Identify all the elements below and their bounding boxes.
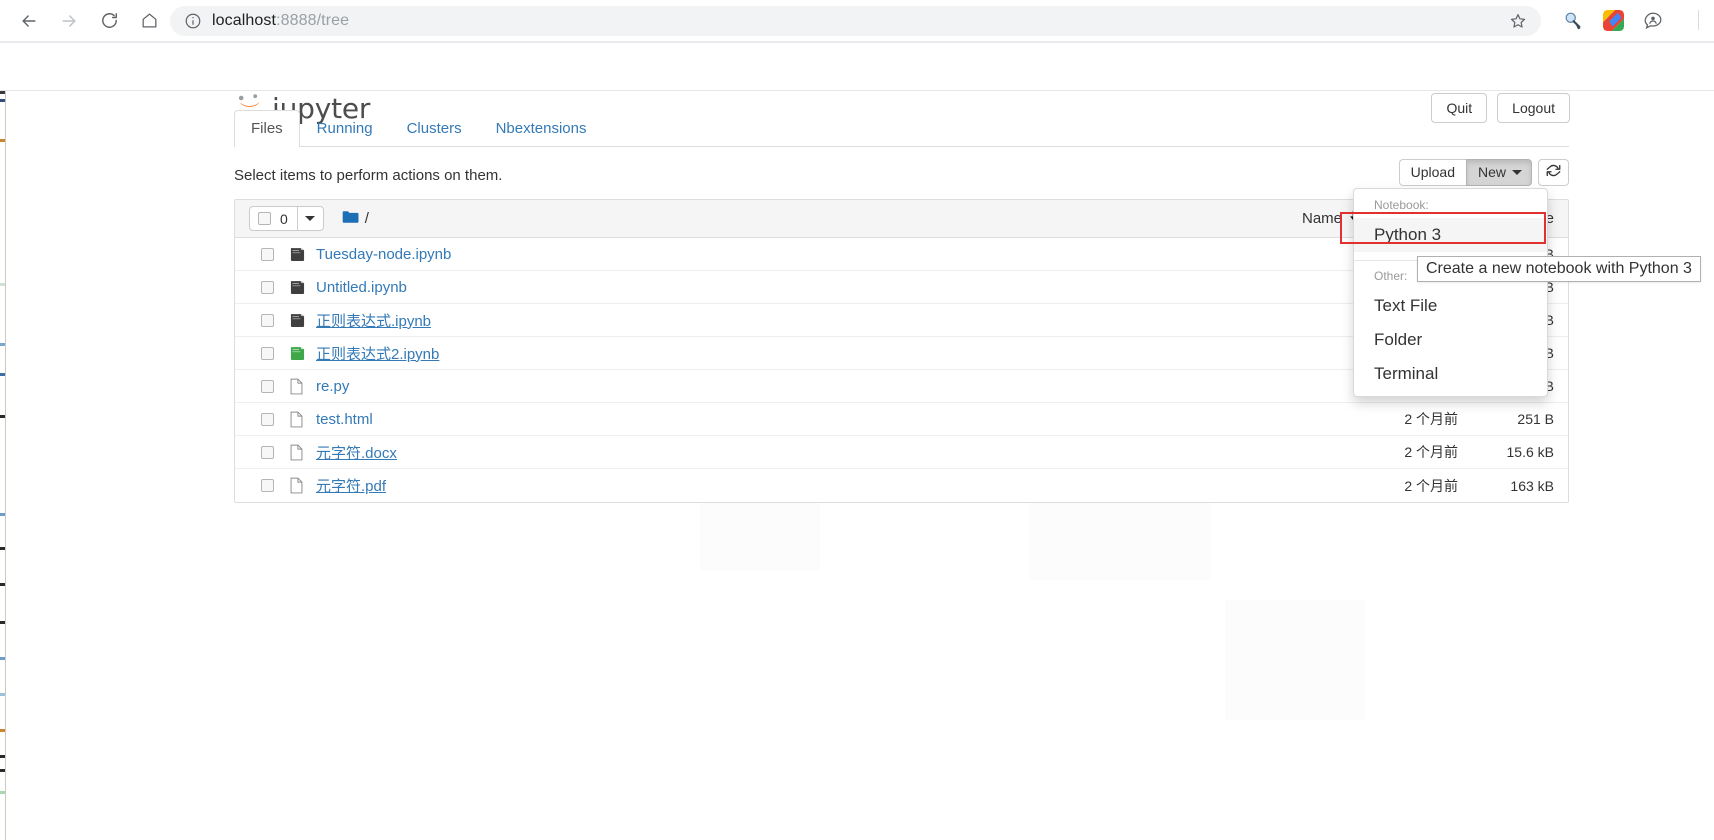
home-icon[interactable] — [132, 4, 166, 38]
left-edge-divider — [5, 43, 6, 840]
back-arrow-icon[interactable] — [12, 4, 46, 38]
file-link[interactable]: Untitled.ipynb — [316, 279, 407, 296]
reload-icon[interactable] — [92, 4, 126, 38]
row-checkbox[interactable] — [261, 445, 274, 459]
select-all-dropdown-button[interactable] — [296, 206, 324, 231]
tab-running[interactable]: Running — [300, 110, 390, 147]
select-all-group: 0 — [249, 206, 324, 231]
menu-header-notebook: Notebook: — [1374, 198, 1429, 212]
notebook-running-icon — [289, 345, 306, 362]
selected-count: 0 — [280, 210, 288, 227]
file-icon — [289, 378, 306, 395]
address-bar-url: localhost:8888/tree — [212, 12, 349, 30]
header-bottom-border — [0, 90, 1714, 91]
file-icon — [289, 444, 306, 461]
notebook-icon — [289, 312, 306, 329]
refresh-button[interactable] — [1538, 159, 1569, 186]
refresh-icon — [1546, 163, 1561, 183]
new-button-label: New — [1477, 164, 1506, 180]
background-ghost-artifact — [1030, 490, 1210, 580]
file-link[interactable]: 元字符.docx — [316, 442, 397, 463]
menu-item-text-file[interactable]: Text File — [1354, 289, 1547, 323]
color-square-extension-icon[interactable] — [1593, 1, 1633, 41]
browser-extensions — [1553, 0, 1673, 41]
notebook-icon — [289, 279, 306, 296]
tab-nbextensions[interactable]: Nbextensions — [479, 110, 604, 147]
new-button[interactable]: New — [1465, 159, 1532, 186]
sort-name-label: Name — [1301, 210, 1342, 227]
chevron-down-icon — [305, 216, 316, 221]
info-circle-icon[interactable] — [184, 12, 202, 30]
file-icon — [289, 477, 306, 494]
file-actions-toolbar: Upload New — [1398, 159, 1569, 186]
file-link[interactable]: 元字符.pdf — [316, 475, 386, 496]
star-outline-icon[interactable] — [1509, 12, 1527, 30]
breadcrumb-path[interactable]: / — [365, 210, 369, 227]
file-modified: 2 个月前 — [1404, 411, 1458, 427]
select-all-checkbox-button[interactable]: 0 — [249, 206, 297, 231]
file-size: 251 B — [1517, 411, 1554, 427]
jupyter-header: jupyter Quit Logout — [0, 43, 1714, 125]
folder-icon — [342, 210, 359, 228]
tab-bar: Files Running Clusters Nbextensions — [234, 110, 1569, 147]
upload-button[interactable]: Upload — [1398, 159, 1466, 186]
speech-bubble-person-extension-icon[interactable] — [1633, 1, 1673, 41]
toolbar-divider — [1698, 10, 1699, 30]
forward-arrow-icon[interactable] — [52, 4, 86, 38]
notification-text: Select items to perform actions on them. — [234, 167, 503, 184]
table-row[interactable]: test.html 2 个月前 251 B — [235, 403, 1568, 436]
row-checkbox[interactable] — [261, 412, 274, 426]
file-size: 15.6 kB — [1506, 444, 1554, 460]
table-row[interactable]: 元字符.pdf 2 个月前 163 kB — [235, 469, 1568, 502]
row-checkbox[interactable] — [261, 313, 274, 327]
background-ghost-artifact — [700, 500, 820, 570]
file-icon — [289, 411, 306, 428]
select-all-checkbox[interactable] — [258, 212, 271, 225]
row-checkbox[interactable] — [261, 247, 274, 261]
file-modified: 2 个月前 — [1404, 444, 1458, 460]
row-checkbox[interactable] — [261, 479, 274, 492]
row-checkbox[interactable] — [261, 379, 274, 393]
background-ghost-artifact — [1225, 600, 1365, 720]
row-checkbox[interactable] — [261, 280, 274, 294]
new-dropdown-menu: Notebook: Python 3 Other: Text File Fold… — [1353, 188, 1548, 397]
tab-files[interactable]: Files — [234, 110, 300, 147]
table-row[interactable]: 元字符.docx 2 个月前 15.6 kB — [235, 436, 1568, 469]
file-modified: 2 个月前 — [1404, 477, 1458, 494]
file-link[interactable]: test.html — [316, 411, 373, 428]
row-checkbox[interactable] — [261, 346, 274, 360]
file-link[interactable]: Tuesday-node.ipynb — [316, 246, 451, 263]
menu-item-folder[interactable]: Folder — [1354, 323, 1547, 357]
menu-item-terminal[interactable]: Terminal — [1354, 357, 1547, 391]
tab-clusters[interactable]: Clusters — [390, 110, 479, 147]
file-link[interactable]: re.py — [316, 378, 349, 395]
url-path: :8888/tree — [276, 12, 350, 29]
file-link[interactable]: 正则表达式2.ipynb — [316, 343, 439, 364]
file-link[interactable]: 正则表达式.ipynb — [316, 310, 431, 331]
menu-item-python-3[interactable]: Python 3 — [1354, 218, 1547, 252]
notebook-icon — [289, 246, 306, 263]
address-bar[interactable]: localhost:8888/tree — [170, 6, 1541, 36]
url-host: localhost — [212, 12, 277, 29]
breadcrumb[interactable]: / — [342, 210, 369, 228]
file-size: 163 kB — [1510, 477, 1554, 494]
chevron-down-icon — [1512, 170, 1522, 175]
magnifier-extension-icon[interactable] — [1553, 1, 1593, 41]
tooltip: Create a new notebook with Python 3 — [1417, 256, 1701, 282]
